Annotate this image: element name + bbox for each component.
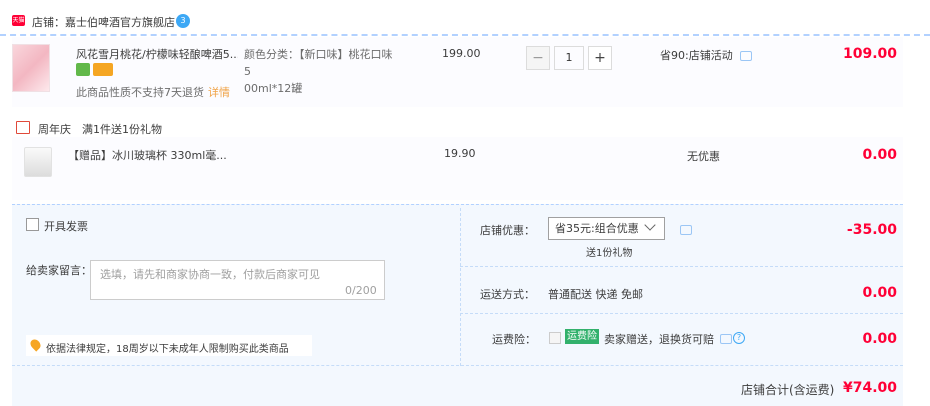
store-total-label: 店铺合计(含运费) xyxy=(741,383,835,397)
shipping-fee: 0.00 xyxy=(862,285,897,301)
footer-divider xyxy=(460,266,903,267)
sku-info: 颜色分类：【新口味】桃花口味5 00ml*12罐 xyxy=(244,46,394,97)
comment-icon[interactable] xyxy=(720,334,732,344)
quantity-increase-button[interactable]: + xyxy=(588,46,612,70)
details-link[interactable]: 详情 xyxy=(208,86,230,99)
return-policy-note: 此商品性质不支持7天退货 详情 xyxy=(76,84,230,100)
insurance-checkbox xyxy=(549,332,561,344)
insurance-text: 卖家赠送，退换货可赔 xyxy=(604,333,714,346)
quantity-decrease-button[interactable]: − xyxy=(526,46,550,70)
wangwang-chat-icon[interactable]: 3 xyxy=(176,14,190,28)
item-subtotal: 109.00 xyxy=(842,46,897,62)
gift-thumbnail[interactable] xyxy=(24,147,52,177)
gift-no-discount: 无优惠 xyxy=(687,150,720,163)
insurance-badge: 运费险 xyxy=(565,329,599,344)
legal-notice-text: 依据法律规定，18周岁以下未成年人限制购买此类商品 xyxy=(46,344,289,355)
insurance-label: 运费险： xyxy=(492,333,536,346)
gift-promo-label: 周年庆 满1件送1份礼物 xyxy=(38,123,162,136)
promotion-text: 省90:店铺活动 xyxy=(660,49,733,62)
sku-line-2: 00ml*12罐 xyxy=(244,82,303,95)
card-payment-icon[interactable] xyxy=(93,63,113,76)
shipping-label: 运送方式： xyxy=(480,288,535,301)
store-discount-value: -35.00 xyxy=(846,222,897,238)
gift-subtotal: 0.00 xyxy=(862,147,897,163)
item-promotion: 省90:店铺活动 xyxy=(660,47,753,63)
message-placeholder: 选填，请先和商家协商一致，付款后商家可见 xyxy=(100,268,320,281)
message-label: 给卖家留言： xyxy=(26,264,92,277)
service-badge-icon[interactable] xyxy=(76,63,90,76)
store-discount-gift-note: 送1份礼物 xyxy=(586,248,633,259)
gift-price: 19.90 xyxy=(444,147,476,160)
return-policy-text: 此商品性质不支持7天退货 xyxy=(76,86,204,99)
footer-divider xyxy=(460,313,903,314)
footer-divider xyxy=(460,208,461,366)
store-name-link[interactable]: 店铺：嘉士伯啤酒官方旗舰店 xyxy=(32,14,175,30)
store-total-value: ¥74.00 xyxy=(842,380,897,396)
sku-line-1: 颜色分类：【新口味】桃花口味5 xyxy=(244,48,393,78)
quantity-input[interactable]: 1 xyxy=(554,46,584,70)
product-title-link[interactable]: 风花雪月桃花/柠檬味轻酿啤酒5... xyxy=(76,46,238,62)
gift-icon xyxy=(16,121,30,134)
message-char-count: 0/200 xyxy=(345,284,377,297)
footer-divider xyxy=(12,365,903,366)
quantity-stepper: − 1 + xyxy=(526,46,612,70)
store-discount-label: 店铺优惠： xyxy=(480,224,535,237)
comment-icon[interactable] xyxy=(680,225,692,235)
help-icon[interactable]: ? xyxy=(733,332,745,344)
comment-icon[interactable] xyxy=(740,51,753,61)
product-thumbnail[interactable] xyxy=(12,44,50,92)
tmall-badge-icon: 天猫 xyxy=(12,15,25,26)
unit-price: 199.00 xyxy=(442,47,481,60)
order-footer xyxy=(12,204,903,406)
insurance-fee: 0.00 xyxy=(862,331,897,347)
invoice-checkbox[interactable] xyxy=(26,218,39,231)
invoice-label[interactable]: 开具发票 xyxy=(44,218,88,234)
gift-title-link[interactable]: 【赠品】冰川玻璃杯 330ml毫... xyxy=(68,147,227,163)
service-icons xyxy=(76,63,116,79)
shipping-method: 普通配送 快递 免邮 xyxy=(548,288,643,301)
